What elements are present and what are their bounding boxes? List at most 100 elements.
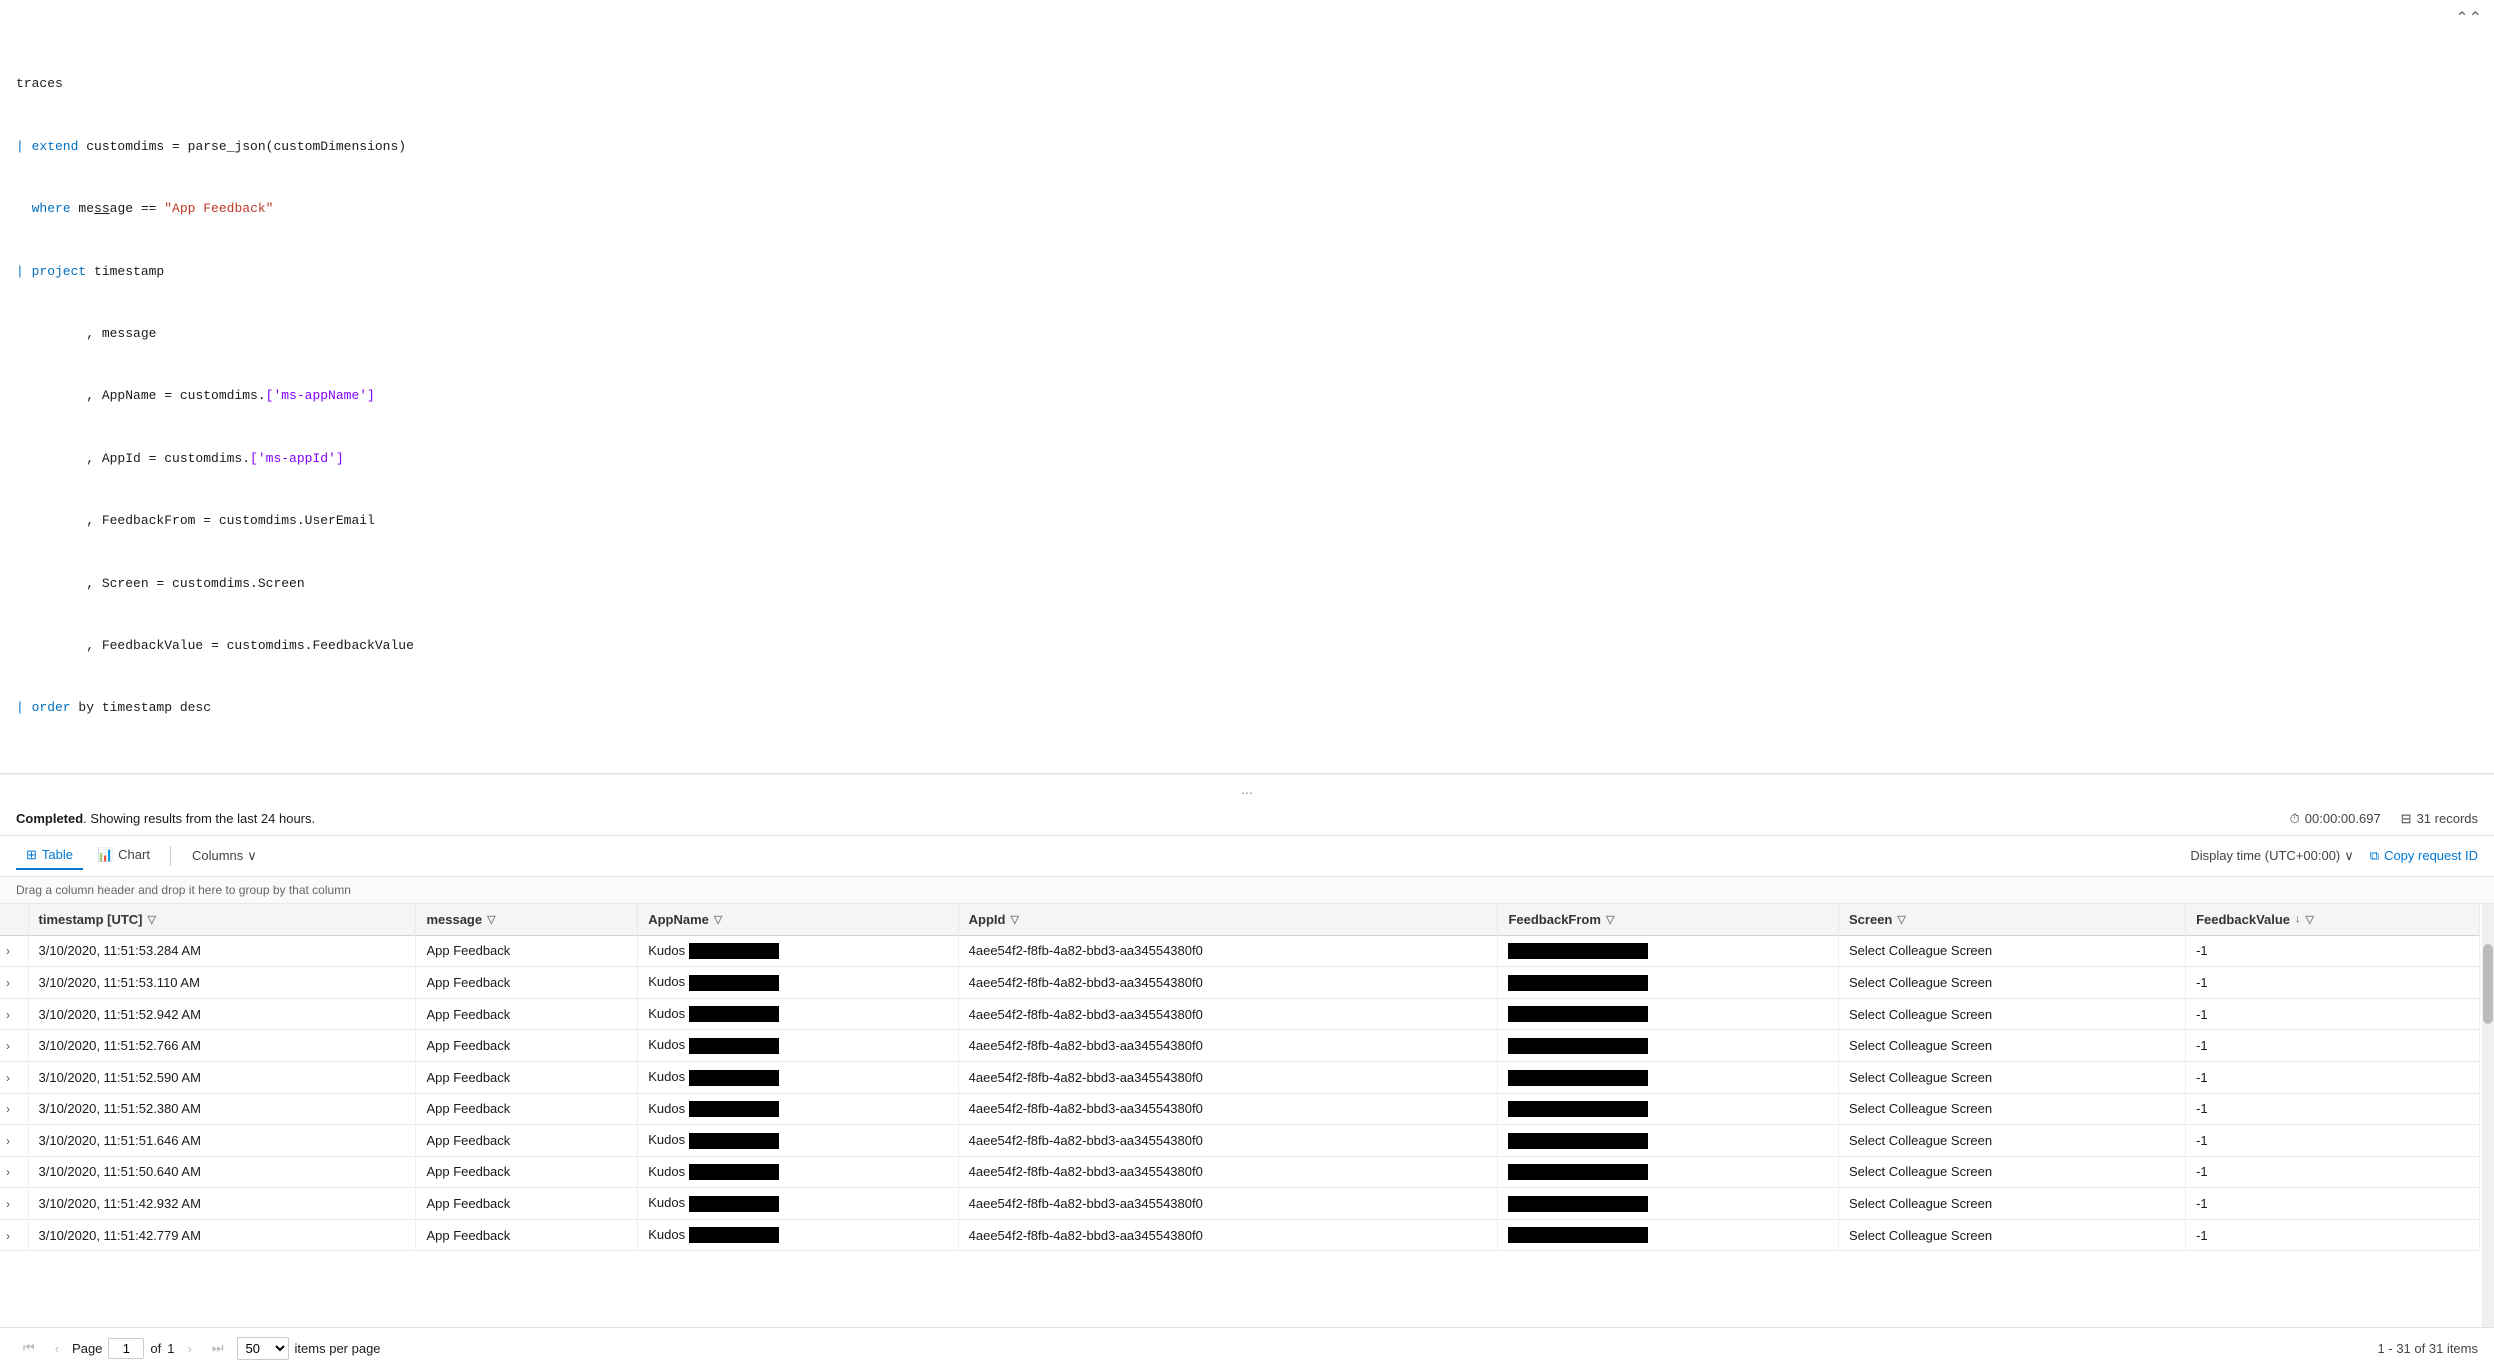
- tab-divider: [170, 846, 171, 866]
- col-feedbackfrom: FeedbackFrom ▽: [1498, 904, 1839, 936]
- col-screen: Screen ▽: [1839, 904, 2186, 936]
- cell-feedbackfrom: [1498, 1061, 1839, 1093]
- cell-appid: 4aee54f2-f8fb-4a82-bbd3-aa34554380f0: [958, 1125, 1498, 1157]
- first-page-button[interactable]: ⏮: [16, 1336, 42, 1360]
- next-page-button[interactable]: ›: [181, 1337, 199, 1360]
- copy-request-label: Copy request ID: [2384, 848, 2478, 863]
- last-page-button[interactable]: ⏭: [205, 1336, 231, 1360]
- row-expand-button[interactable]: ›: [6, 1165, 10, 1179]
- redacted-feedbackfrom: [1508, 1101, 1648, 1117]
- cell-screen: Select Colleague Screen: [1839, 1219, 2186, 1251]
- records-meta: ⊟ 31 records: [2401, 811, 2478, 827]
- row-expand-button[interactable]: ›: [6, 1039, 10, 1053]
- chevron-down-icon: ∨: [247, 848, 257, 864]
- cell-appname: Kudos: [638, 935, 958, 967]
- redacted-feedbackfrom: [1508, 1038, 1648, 1054]
- display-time-button[interactable]: Display time (UTC+00:00) ∨: [2190, 848, 2353, 864]
- appid-filter-icon[interactable]: ▽: [1010, 913, 1018, 926]
- row-expand-button[interactable]: ›: [6, 1197, 10, 1211]
- cell-appid: 4aee54f2-f8fb-4a82-bbd3-aa34554380f0: [958, 935, 1498, 967]
- copy-request-button[interactable]: ⧉ Copy request ID: [2370, 848, 2478, 864]
- table-row: ›3/10/2020, 11:51:52.942 AMApp FeedbackK…: [0, 998, 2480, 1030]
- chart-icon: 📊: [97, 847, 113, 863]
- redacted-appname: [689, 1133, 779, 1149]
- table-row: ›3/10/2020, 11:51:52.380 AMApp FeedbackK…: [0, 1093, 2480, 1125]
- page-input[interactable]: [108, 1338, 144, 1359]
- tab-table[interactable]: ⊞ Table: [16, 842, 83, 870]
- appname-filter-icon[interactable]: ▽: [714, 913, 722, 926]
- cell-feedbackvalue: -1: [2186, 935, 2480, 967]
- feedbackvalue-filter-icon[interactable]: ▽: [2306, 913, 2314, 926]
- cell-feedbackvalue: -1: [2186, 1156, 2480, 1188]
- cell-feedbackfrom: [1498, 1030, 1839, 1062]
- cell-appname: Kudos: [638, 1219, 958, 1251]
- row-expand-button[interactable]: ›: [6, 1008, 10, 1022]
- dropdown-icon: ∨: [2344, 848, 2354, 864]
- message-filter-icon[interactable]: ▽: [487, 913, 495, 926]
- cell-screen: Select Colleague Screen: [1839, 935, 2186, 967]
- row-expand-button[interactable]: ›: [6, 1071, 10, 1085]
- cell-appid: 4aee54f2-f8fb-4a82-bbd3-aa34554380f0: [958, 1188, 1498, 1220]
- row-expand-button[interactable]: ›: [6, 1102, 10, 1116]
- row-expand-button[interactable]: ›: [6, 1229, 10, 1243]
- timestamp-filter-icon[interactable]: ▽: [148, 913, 156, 926]
- cell-feedbackvalue: -1: [2186, 1030, 2480, 1062]
- cell-screen: Select Colleague Screen: [1839, 967, 2186, 999]
- redacted-feedbackfrom: [1508, 1070, 1648, 1086]
- row-expand-button[interactable]: ›: [6, 1134, 10, 1148]
- row-expand-cell: ›: [0, 1219, 28, 1251]
- cell-timestamp: 3/10/2020, 11:51:50.640 AM: [28, 1156, 416, 1188]
- table-row: ›3/10/2020, 11:51:51.646 AMApp FeedbackK…: [0, 1125, 2480, 1157]
- feedbackvalue-sort-icon[interactable]: ↓: [2295, 913, 2301, 925]
- cell-timestamp: 3/10/2020, 11:51:52.590 AM: [28, 1061, 416, 1093]
- per-page-select[interactable]: 50 100 200: [237, 1337, 289, 1360]
- prev-page-button[interactable]: ‹: [48, 1337, 66, 1360]
- table-row: ›3/10/2020, 11:51:42.779 AMApp FeedbackK…: [0, 1219, 2480, 1251]
- row-expand-button[interactable]: ›: [6, 976, 10, 990]
- col-feedbackvalue: FeedbackValue ↓ ▽: [2186, 904, 2480, 936]
- cell-appid: 4aee54f2-f8fb-4a82-bbd3-aa34554380f0: [958, 1156, 1498, 1188]
- cell-message: App Feedback: [416, 1156, 638, 1188]
- table-row: › 3/10/2020, 11:51:50.640 AMApp FeedbackK…: [0, 1156, 2480, 1188]
- feedbackfrom-filter-icon[interactable]: ▽: [1606, 913, 1614, 926]
- cell-feedbackvalue: -1: [2186, 1219, 2480, 1251]
- row-expand-button[interactable]: ›: [6, 944, 10, 958]
- table-scroll-container[interactable]: timestamp [UTC] ▽ message ▽: [0, 904, 2494, 1327]
- vertical-scrollbar[interactable]: [2482, 904, 2494, 1327]
- tab-chart[interactable]: 📊 Chart: [87, 842, 160, 870]
- cell-timestamp: 3/10/2020, 11:51:52.380 AM: [28, 1093, 416, 1125]
- row-expand-cell: ›: [0, 1061, 28, 1093]
- table-row: ›3/10/2020, 11:51:52.590 AMApp FeedbackK…: [0, 1061, 2480, 1093]
- cell-appname: Kudos: [638, 967, 958, 999]
- main-container: ⌃⌃ traces | extend customdims = parse_js…: [0, 0, 2494, 1368]
- toolbar: ⊞ Table 📊 Chart Columns ∨ Display time (…: [0, 836, 2494, 877]
- screen-filter-icon[interactable]: ▽: [1897, 913, 1905, 926]
- cell-feedbackvalue: -1: [2186, 998, 2480, 1030]
- redacted-appname: [689, 1164, 779, 1180]
- redacted-appname: [689, 1196, 779, 1212]
- tab-table-label: Table: [42, 847, 73, 862]
- cell-appname: Kudos: [638, 1061, 958, 1093]
- collapse-button[interactable]: ⌃⌃: [2455, 8, 2482, 28]
- cell-screen: Select Colleague Screen: [1839, 1061, 2186, 1093]
- redacted-feedbackfrom: [1508, 1227, 1648, 1243]
- scrollbar-thumb: [2483, 944, 2493, 1024]
- table-row: ›3/10/2020, 11:51:42.932 AMApp FeedbackK…: [0, 1188, 2480, 1220]
- records-icon: ⊟: [2401, 811, 2412, 827]
- cell-timestamp: 3/10/2020, 11:51:42.932 AM: [28, 1188, 416, 1220]
- cell-feedbackfrom: [1498, 1156, 1839, 1188]
- status-text: . Showing results from the last 24 hours…: [83, 811, 315, 826]
- row-expand-cell: ›: [0, 1030, 28, 1062]
- results-bar: Completed. Showing results from the last…: [0, 803, 2494, 836]
- row-expand-cell: ›: [0, 998, 28, 1030]
- cell-feedbackfrom: [1498, 998, 1839, 1030]
- display-time-label: Display time (UTC+00:00): [2190, 848, 2340, 863]
- records-count: 31 records: [2417, 811, 2478, 826]
- cell-appname: Kudos: [638, 1030, 958, 1062]
- clock-icon: ⏱: [2290, 811, 2300, 827]
- cell-feedbackfrom: [1498, 967, 1839, 999]
- cell-appname: Kudos: [638, 1156, 958, 1188]
- cell-screen: Select Colleague Screen: [1839, 1093, 2186, 1125]
- table-body: ›3/10/2020, 11:51:53.284 AMApp FeedbackK…: [0, 935, 2480, 1251]
- columns-button[interactable]: Columns ∨: [181, 842, 268, 870]
